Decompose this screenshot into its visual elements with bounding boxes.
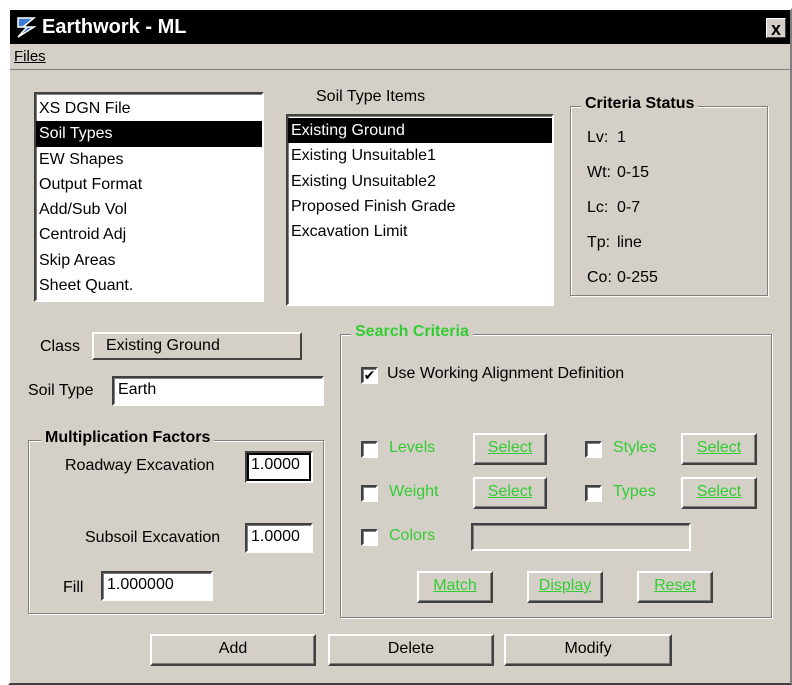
soil-type-items-list[interactable]: Existing Ground Existing Unsuitable1 Exist… — [286, 114, 554, 306]
styles-select-label: Select — [696, 439, 742, 456]
levels-select-label: Select — [487, 439, 533, 456]
soil-type-list-item[interactable]: Existing Unsuitable1 — [288, 143, 552, 168]
criteria-status-row: Tp: line — [587, 234, 642, 252]
display-label: Display — [538, 577, 592, 594]
search-criteria-title: Search Criteria — [351, 323, 473, 341]
reset-label: Reset — [654, 577, 696, 594]
criteria-status-row: Wt: 0-15 — [587, 164, 649, 182]
weight-checkbox[interactable] — [361, 485, 378, 502]
roadway-excavation-label: Roadway Excavation — [65, 457, 215, 474]
criteria-status-key: Wt: — [587, 164, 611, 181]
roadway-excavation-input[interactable]: 1.0000 — [245, 451, 313, 483]
soil-type-list-item[interactable]: Excavation Limit — [288, 219, 552, 244]
styles-label: Styles — [613, 439, 657, 456]
category-list-item[interactable]: Skip Areas — [36, 248, 262, 273]
add-button[interactable]: Add — [150, 634, 316, 666]
levels-checkbox[interactable] — [361, 441, 378, 458]
criteria-status-key: Co: — [587, 269, 612, 286]
reset-button[interactable]: Reset — [637, 571, 713, 603]
earthwork-window: Earthwork - ML x Files XS DGN File Soil T… — [8, 8, 792, 685]
category-list-item[interactable]: XS DGN File — [36, 96, 262, 121]
multiplication-factors-title: Multiplication Factors — [41, 429, 215, 447]
search-criteria-group: Search Criteria ✔ Use Working Alignment … — [340, 323, 772, 618]
app-icon — [14, 14, 40, 40]
delete-button[interactable]: Delete — [328, 634, 494, 666]
category-list-item[interactable]: Sheet Quant. — [36, 273, 262, 298]
use-working-alignment-checkbox[interactable]: ✔ — [361, 367, 378, 384]
menu-bar: Files — [10, 46, 790, 70]
types-checkbox[interactable] — [585, 485, 602, 502]
soil-type-items-label: Soil Type Items — [316, 88, 426, 105]
criteria-status-key: Tp: — [587, 234, 611, 251]
styles-select-button[interactable]: Select — [681, 433, 757, 465]
soil-type-list-item[interactable]: Proposed Finish Grade — [288, 194, 552, 219]
criteria-status-group: Criteria Status Lv: 1 Wt: 0-15 Lc: 0-7 Tp: line… — [570, 95, 768, 296]
fill-label: Fill — [63, 579, 84, 596]
soil-type-list-item[interactable]: Existing Unsuitable2 — [288, 169, 552, 194]
criteria-status-value: 0-255 — [617, 269, 658, 286]
menu-files[interactable]: Files — [14, 48, 46, 65]
soil-type-input[interactable]: Earth — [112, 376, 324, 406]
colors-input[interactable] — [471, 523, 691, 551]
styles-checkbox[interactable] — [585, 441, 602, 458]
weight-select-button[interactable]: Select — [473, 477, 547, 509]
soil-type-list-item[interactable]: Existing Ground — [288, 118, 552, 144]
match-button[interactable]: Match — [417, 571, 493, 603]
criteria-status-value: 1 — [617, 129, 626, 146]
subsoil-excavation-input[interactable]: 1.0000 — [245, 523, 313, 553]
criteria-status-value: line — [617, 234, 642, 251]
menu-files-label: Files — [14, 48, 46, 65]
category-list-item[interactable]: Output Format — [36, 172, 262, 197]
types-select-button[interactable]: Select — [681, 477, 757, 509]
types-label: Types — [613, 483, 656, 500]
title-bar[interactable]: Earthwork - ML x — [10, 10, 790, 44]
category-list-item[interactable]: Add/Sub Vol — [36, 197, 262, 222]
category-list-item[interactable]: Centroid Adj — [36, 222, 262, 247]
fill-input[interactable]: 1.000000 — [101, 571, 213, 601]
weight-select-label: Select — [487, 483, 533, 500]
criteria-status-row: Lc: 0-7 — [587, 199, 640, 217]
types-select-label: Select — [696, 483, 742, 500]
subsoil-excavation-label: Subsoil Excavation — [85, 529, 221, 546]
window-title: Earthwork - ML — [42, 16, 187, 38]
class-button[interactable]: Existing Ground — [92, 332, 302, 360]
class-label: Class — [40, 338, 81, 355]
criteria-status-key: Lc: — [587, 199, 609, 216]
multiplication-factors-group: Multiplication Factors Roadway Excavatio… — [28, 429, 324, 614]
criteria-status-row: Co: 0-255 — [587, 269, 658, 287]
modify-button[interactable]: Modify — [504, 634, 672, 666]
category-list-item[interactable]: Soil Types — [36, 121, 262, 147]
criteria-status-value: 0-15 — [617, 164, 650, 181]
soil-type-label: Soil Type — [28, 382, 94, 399]
criteria-status-row: Lv: 1 — [587, 129, 626, 147]
criteria-status-title: Criteria Status — [581, 95, 699, 113]
weight-label: Weight — [389, 483, 439, 500]
close-button[interactable]: x — [766, 18, 786, 39]
levels-select-button[interactable]: Select — [473, 433, 547, 465]
display-button[interactable]: Display — [527, 571, 603, 603]
criteria-status-key: Lv: — [587, 129, 609, 146]
colors-label: Colors — [389, 527, 436, 544]
match-label: Match — [433, 577, 477, 594]
category-list[interactable]: XS DGN File Soil Types EW Shapes Output For… — [34, 92, 264, 302]
colors-checkbox[interactable] — [361, 529, 378, 546]
levels-label: Levels — [389, 439, 436, 456]
use-working-alignment-label: Use Working Alignment Definition — [387, 365, 625, 382]
category-list-item[interactable]: EW Shapes — [36, 147, 262, 172]
criteria-status-value: 0-7 — [617, 199, 641, 216]
